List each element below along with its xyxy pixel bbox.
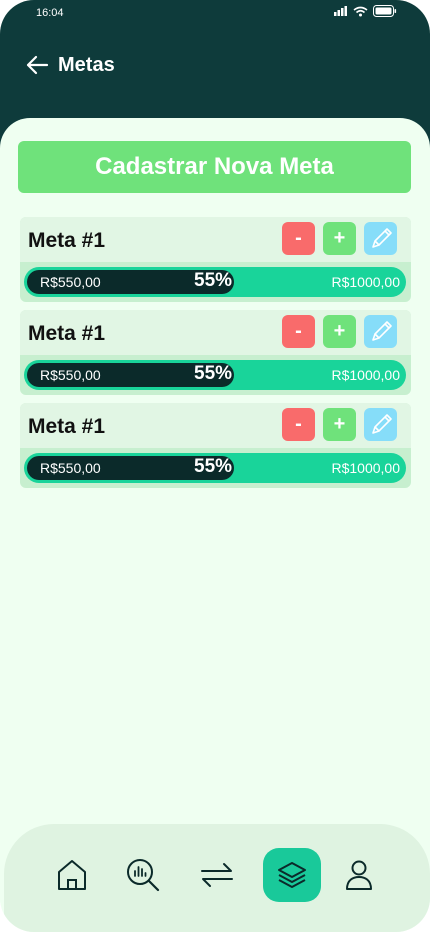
progress-percent: 55% bbox=[194, 456, 233, 477]
current-amount: R$550,00 bbox=[40, 367, 101, 383]
goal-title: Meta #1 bbox=[28, 415, 106, 438]
decrease-button[interactable]: - bbox=[282, 408, 315, 441]
goal-card-header: Meta #1 - + bbox=[20, 217, 411, 262]
goal-card: Meta #1 - + R$550,00 55% R$1000,00 bbox=[20, 217, 411, 302]
increase-button[interactable]: + bbox=[323, 315, 356, 348]
nav-profile[interactable] bbox=[330, 848, 388, 902]
progress-percent: 55% bbox=[194, 270, 233, 291]
target-amount: R$1000,00 bbox=[331, 460, 400, 476]
bottom-nav bbox=[4, 824, 430, 932]
nav-home[interactable] bbox=[43, 848, 101, 902]
goal-actions: - + bbox=[282, 222, 397, 255]
nav-analytics[interactable] bbox=[114, 848, 172, 902]
goal-title: Meta #1 bbox=[28, 322, 106, 345]
goal-actions: - + bbox=[282, 408, 397, 441]
back-button[interactable] bbox=[24, 52, 50, 78]
goal-actions: - + bbox=[282, 315, 397, 348]
nav-transfers[interactable] bbox=[188, 848, 246, 902]
increase-button[interactable]: + bbox=[323, 408, 356, 441]
user-icon bbox=[346, 860, 372, 890]
decrease-button[interactable]: - bbox=[282, 222, 315, 255]
nav-goals[interactable] bbox=[263, 848, 321, 902]
decrease-button[interactable]: - bbox=[282, 315, 315, 348]
current-amount: R$550,00 bbox=[40, 460, 101, 476]
status-time: 16:04 bbox=[36, 7, 64, 19]
pencil-icon bbox=[371, 227, 392, 248]
battery-icon bbox=[373, 5, 397, 17]
edit-button[interactable] bbox=[364, 222, 397, 255]
goal-title: Meta #1 bbox=[28, 229, 106, 252]
progress-bar: R$550,00 55% R$1000,00 bbox=[24, 360, 406, 390]
edit-button[interactable] bbox=[364, 408, 397, 441]
signal-icon bbox=[334, 6, 347, 16]
new-goal-button[interactable]: Cadastrar Nova Meta bbox=[18, 141, 411, 193]
progress-percent: 55% bbox=[194, 363, 233, 384]
page-title: Metas bbox=[58, 53, 115, 76]
pencil-icon bbox=[371, 413, 392, 434]
analytics-search-icon bbox=[127, 859, 160, 892]
phone-screen: 16:04 Metas Cadastrar Nova Meta Meta #1 … bbox=[0, 0, 430, 932]
goals-list: Meta #1 - + R$550,00 55% R$1000,00 Meta … bbox=[20, 217, 411, 496]
status-bar: 16:04 bbox=[0, 0, 430, 28]
wifi-icon bbox=[353, 6, 368, 16]
goal-card: Meta #1 - + R$550,00 55% R$1000,00 bbox=[20, 403, 411, 488]
edit-button[interactable] bbox=[364, 315, 397, 348]
goal-card-header: Meta #1 - + bbox=[20, 310, 411, 355]
transfer-arrows-icon bbox=[201, 863, 233, 887]
page-header: Metas bbox=[24, 52, 115, 78]
target-amount: R$1000,00 bbox=[331, 367, 400, 383]
status-icons bbox=[334, 5, 397, 17]
goal-card: Meta #1 - + R$550,00 55% R$1000,00 bbox=[20, 310, 411, 395]
goal-card-header: Meta #1 - + bbox=[20, 403, 411, 448]
target-amount: R$1000,00 bbox=[331, 274, 400, 290]
current-amount: R$550,00 bbox=[40, 274, 101, 290]
arrow-left-icon bbox=[26, 55, 49, 75]
increase-button[interactable]: + bbox=[323, 222, 356, 255]
progress-bar: R$550,00 55% R$1000,00 bbox=[24, 267, 406, 297]
progress-bar: R$550,00 55% R$1000,00 bbox=[24, 453, 406, 483]
pencil-icon bbox=[371, 320, 392, 341]
home-icon bbox=[58, 860, 86, 890]
layers-icon bbox=[278, 862, 306, 888]
